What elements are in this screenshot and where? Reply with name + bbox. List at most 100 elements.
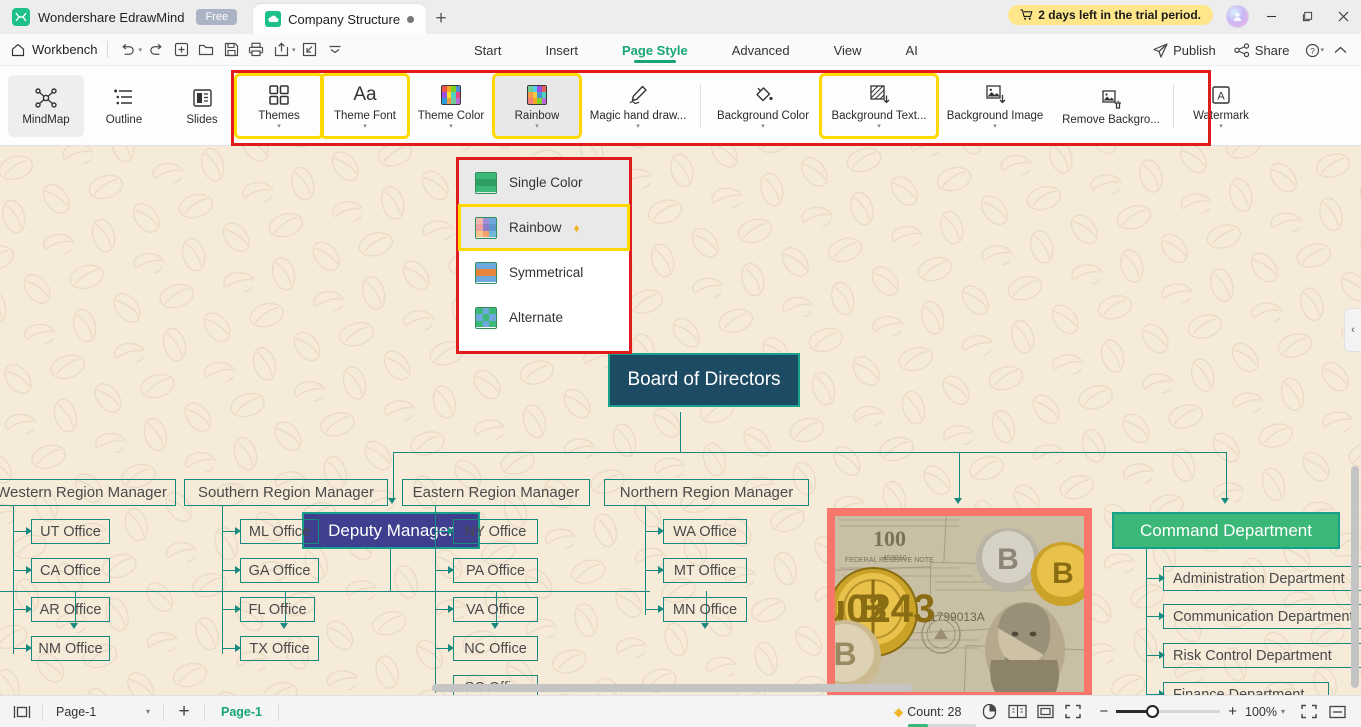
split-view-icon[interactable] bbox=[1323, 698, 1351, 726]
tab-start[interactable]: Start bbox=[452, 34, 523, 66]
zoom-caret-icon[interactable]: ▾ bbox=[1281, 707, 1285, 716]
help-caret-icon[interactable]: ▾ bbox=[1320, 46, 1324, 54]
node-office[interactable]: FL Office bbox=[240, 597, 315, 622]
zoom-out-button[interactable]: − bbox=[1099, 703, 1108, 720]
dropdown-item-alternate[interactable]: Alternate bbox=[459, 295, 629, 340]
node-office[interactable]: NC Office bbox=[453, 636, 538, 661]
node-office[interactable]: ML Office bbox=[240, 519, 319, 544]
mouse-icon[interactable] bbox=[975, 698, 1003, 726]
node-northern-region-manager[interactable]: Northern Region Manager bbox=[604, 479, 809, 506]
background-image-button[interactable]: Background Image ▾ bbox=[937, 75, 1053, 137]
themes-caret-icon[interactable]: ▾ bbox=[277, 123, 281, 131]
node-office[interactable]: PA Office bbox=[453, 558, 538, 583]
page-select[interactable]: Page-1 ▾ bbox=[49, 701, 157, 723]
active-page-chip[interactable]: Page-1 bbox=[211, 705, 272, 719]
vertical-scrollbar[interactable] bbox=[1351, 466, 1359, 688]
node-eastern-region-manager[interactable]: Eastern Region Manager bbox=[402, 479, 590, 506]
new-tab-button[interactable]: + bbox=[426, 4, 456, 34]
more-options-icon[interactable] bbox=[324, 39, 346, 61]
rainbow-caret-icon[interactable]: ▾ bbox=[535, 123, 539, 131]
node-office[interactable]: MT Office bbox=[663, 558, 747, 583]
node-office[interactable]: WA Office bbox=[663, 519, 747, 544]
share-button[interactable]: Share bbox=[1226, 34, 1298, 66]
undo-caret-icon[interactable]: ▾ bbox=[139, 46, 143, 54]
collapse-panel-button[interactable]: ‹ bbox=[1344, 308, 1361, 352]
zoom-slider[interactable] bbox=[1116, 705, 1221, 718]
node-command-department[interactable]: Command Department bbox=[1112, 512, 1340, 549]
dropdown-item-symmetrical[interactable]: Symmetrical bbox=[459, 250, 629, 295]
tab-view[interactable]: View bbox=[812, 34, 884, 66]
ribbon-mindmap-button[interactable]: MindMap bbox=[8, 74, 84, 137]
node-western-region-manager[interactable]: Western Region Manager bbox=[0, 479, 176, 506]
tab-insert[interactable]: Insert bbox=[523, 34, 600, 66]
node-office[interactable]: TX Office bbox=[240, 636, 319, 661]
ribbon-outline-button[interactable]: Outline bbox=[86, 75, 162, 137]
layout-icon[interactable] bbox=[8, 698, 36, 726]
open-icon[interactable] bbox=[195, 39, 217, 61]
background-image-caret-icon[interactable]: ▾ bbox=[993, 123, 997, 131]
tab-ai[interactable]: AI bbox=[884, 34, 940, 66]
presentation-icon[interactable] bbox=[1295, 698, 1323, 726]
node-risk-control-department[interactable]: Risk Control Department bbox=[1163, 643, 1361, 668]
node-finance-department[interactable]: Finance Department bbox=[1163, 682, 1329, 695]
zoom-in-button[interactable]: + bbox=[1228, 703, 1237, 720]
node-office[interactable]: AR Office bbox=[31, 597, 110, 622]
print-icon[interactable] bbox=[245, 39, 267, 61]
theme-color-button[interactable]: Theme Color ▾ bbox=[408, 75, 494, 137]
fullscreen-canvas-icon[interactable] bbox=[1059, 698, 1087, 726]
node-administration-department[interactable]: Administration Department bbox=[1163, 566, 1361, 591]
export-caret-icon[interactable]: ▾ bbox=[292, 46, 296, 54]
undo-icon[interactable] bbox=[117, 39, 139, 61]
magic-hand-draw-button[interactable]: Magic hand draw... ▾ bbox=[580, 75, 696, 137]
close-button[interactable] bbox=[1325, 0, 1361, 32]
node-office[interactable]: NM Office bbox=[31, 636, 110, 661]
fit-icon[interactable] bbox=[1031, 698, 1059, 726]
theme-font-caret-icon[interactable]: ▾ bbox=[363, 123, 367, 131]
new-icon[interactable] bbox=[170, 39, 192, 61]
ribbon-slides-button[interactable]: Slides bbox=[164, 75, 240, 137]
node-office[interactable]: NY Office bbox=[453, 519, 538, 544]
node-office[interactable]: CA Office bbox=[31, 558, 110, 583]
zoom-slider-knob[interactable] bbox=[1146, 705, 1160, 718]
remove-background-button[interactable]: Remove Backgro... bbox=[1053, 75, 1169, 137]
tab-advanced[interactable]: Advanced bbox=[710, 34, 812, 66]
theme-font-button[interactable]: Aa Theme Font ▾ bbox=[320, 73, 410, 139]
rainbow-button[interactable]: Rainbow ▾ bbox=[492, 73, 582, 139]
node-office[interactable]: UT Office bbox=[31, 519, 110, 544]
export-icon[interactable] bbox=[270, 39, 292, 61]
publish-button[interactable]: Publish bbox=[1145, 34, 1224, 66]
theme-color-caret-icon[interactable]: ▾ bbox=[449, 123, 453, 131]
maximize-button[interactable] bbox=[1289, 0, 1325, 32]
document-tab[interactable]: Company Structure bbox=[253, 4, 427, 34]
background-color-button[interactable]: Background Color ▾ bbox=[705, 75, 821, 137]
trial-banner[interactable]: 2 days left in the trial period. bbox=[1008, 5, 1213, 25]
save-icon[interactable] bbox=[220, 39, 242, 61]
avatar[interactable] bbox=[1226, 5, 1249, 28]
background-color-caret-icon[interactable]: ▾ bbox=[761, 123, 765, 131]
mindmap-canvas[interactable]: Board of Directors Deputy Manager Comman… bbox=[0, 146, 1361, 695]
watermark-caret-icon[interactable]: ▾ bbox=[1219, 123, 1223, 131]
help-button[interactable]: ? ▾ bbox=[1299, 34, 1328, 66]
background-texture-button[interactable]: Background Text... ▾ bbox=[819, 73, 939, 139]
import-icon[interactable] bbox=[299, 39, 321, 61]
magic-hand-draw-caret-icon[interactable]: ▾ bbox=[636, 123, 640, 131]
tab-page-style[interactable]: Page Style bbox=[600, 34, 710, 66]
collapse-ribbon-button[interactable] bbox=[1330, 34, 1357, 66]
node-image-bitcoin[interactable]: 100 1799013A FEDERAL RESERVE NOTE 453010 bbox=[827, 508, 1092, 695]
watermark-button[interactable]: A Watermark ▾ bbox=[1178, 75, 1264, 137]
rainbow-dropdown-menu[interactable]: Single Color Rainbow ♦ Symmetrical Alter… bbox=[456, 157, 632, 354]
node-southern-region-manager[interactable]: Southern Region Manager bbox=[184, 479, 388, 506]
node-communication-department[interactable]: Communication Department bbox=[1163, 604, 1361, 629]
dropdown-item-rainbow[interactable]: Rainbow ♦ bbox=[458, 204, 630, 251]
background-texture-caret-icon[interactable]: ▾ bbox=[877, 123, 881, 131]
themes-button[interactable]: Themes ▾ bbox=[234, 73, 324, 139]
redo-icon[interactable] bbox=[145, 39, 167, 61]
add-page-button[interactable]: + bbox=[170, 698, 198, 726]
zoom-value[interactable]: 100% bbox=[1245, 705, 1277, 719]
minimize-button[interactable] bbox=[1253, 0, 1289, 32]
workbench-button[interactable]: Workbench bbox=[0, 42, 98, 58]
book-icon[interactable] bbox=[1003, 698, 1031, 726]
horizontal-scrollbar[interactable] bbox=[432, 684, 912, 692]
node-office[interactable]: GA Office bbox=[240, 558, 319, 583]
node-office[interactable]: VA Office bbox=[453, 597, 538, 622]
